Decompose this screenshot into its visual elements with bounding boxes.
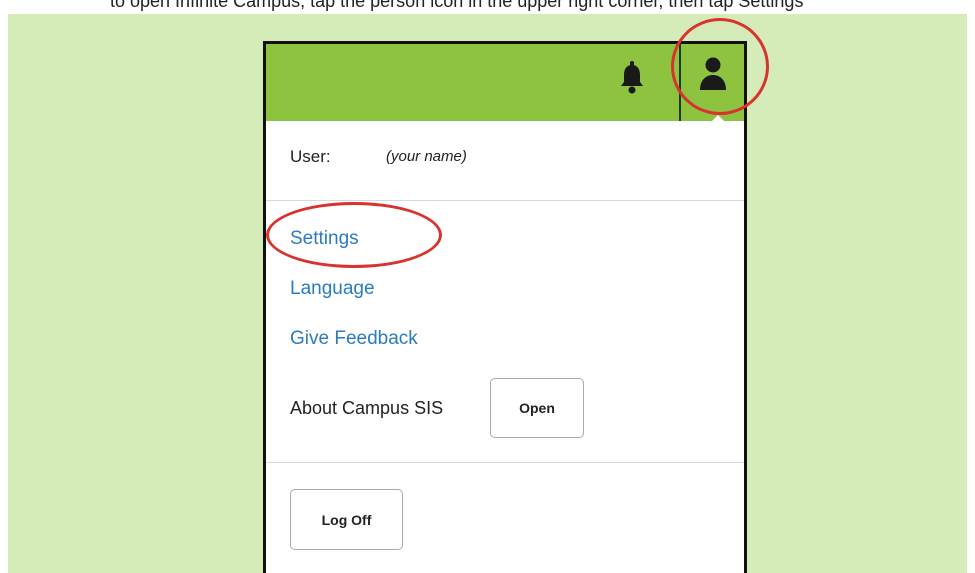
give-feedback-link[interactable]: Give Feedback (290, 328, 418, 350)
bell-icon[interactable] (618, 60, 646, 96)
divider (266, 200, 744, 201)
user-menu-panel: User: (your name) Settings Language Give… (263, 41, 747, 573)
log-off-button[interactable]: Log Off (290, 489, 403, 550)
menu-header (266, 44, 744, 123)
user-info-row: User: (your name) (290, 147, 467, 167)
dropdown-caret (710, 115, 726, 123)
instruction-strip: to open Infinite Campus, tap the person … (0, 0, 975, 14)
language-link[interactable]: Language (290, 278, 375, 300)
user-icon (700, 57, 726, 90)
settings-link[interactable]: Settings (290, 228, 359, 250)
instruction-text: to open Infinite Campus, tap the person … (110, 0, 804, 11)
user-label: User: (290, 147, 331, 166)
open-button[interactable]: Open (490, 378, 584, 438)
divider (266, 462, 744, 463)
user-name-value: (your name) (386, 148, 467, 165)
user-menu-button[interactable] (679, 44, 744, 121)
about-campus-label: About Campus SIS (290, 398, 444, 418)
